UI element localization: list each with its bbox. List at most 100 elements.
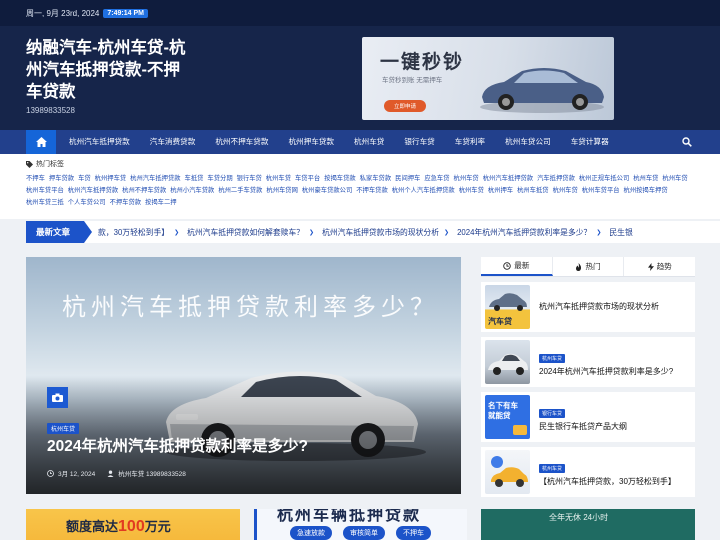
tag-link[interactable]: 押车贷款 [49, 175, 74, 182]
site-title[interactable]: 纳融汽车-杭州车贷-杭州汽车抵押贷款-不押车贷款 [26, 37, 196, 103]
tag-link[interactable]: 杭州车贷网 [266, 187, 297, 194]
tag-link[interactable]: 个人车贷公司 [68, 199, 106, 206]
loan-amount-ad[interactable]: 额度高达100万元 [26, 509, 240, 540]
sidebar-post[interactable]: 名下有车 就能贷 银行车贷 民生银行车抵贷产品大纲 [481, 392, 695, 442]
ticker-item[interactable]: 杭州汽车抵押贷款市场的现状分析 ❯ [322, 227, 449, 238]
sidebar-post-category[interactable]: 银行车贷 [539, 409, 566, 418]
tag-link[interactable]: 杭州车贷 [454, 175, 479, 182]
tag-link[interactable]: 按揭车贷款 [324, 175, 355, 182]
ticker-item-text[interactable]: 杭州汽车抵押贷款如何解套赎车？ [187, 227, 304, 238]
tag-link[interactable]: 按揭车二押 [145, 199, 176, 206]
search-icon[interactable] [682, 137, 692, 147]
post-thumbnail[interactable] [485, 450, 530, 494]
post-thumbnail[interactable]: 名下有车 就能贷 [485, 395, 530, 439]
tag-link[interactable]: 杭州押车 [488, 187, 513, 194]
tag-link[interactable]: 应急车贷 [424, 175, 449, 182]
chevron-right-icon: ❯ [309, 229, 315, 236]
ticker-item-text[interactable]: 2024年杭州汽车抵押贷款利率是多少？ [457, 227, 591, 238]
sidebar-post[interactable]: 汽车贷 杭州汽车抵押贷款市场的现状分析 [481, 282, 695, 332]
bottom-ads-row: 额度高达100万元 杭州车辆抵押贷款 急速放款 审核简单 不押车 全年无休 24… [0, 509, 720, 540]
tab-popular[interactable]: 热门 [553, 257, 625, 276]
nav-item-pledge-loan[interactable]: 杭州押车贷款 [278, 130, 344, 154]
tag-link[interactable]: 银行车贷 [237, 175, 262, 182]
nav-item-consumer-loan[interactable]: 汽车消费贷款 [140, 130, 206, 154]
ticker-item[interactable]: 民生银 [609, 227, 632, 238]
home-button[interactable] [26, 130, 56, 154]
sidebar-post-title[interactable]: 【杭州汽车抵押贷款，30万轻松到手】 [539, 477, 676, 487]
car-image [480, 68, 604, 113]
nav-item-loan-company[interactable]: 杭州车贷公司 [495, 130, 561, 154]
tag-link[interactable]: 车贷平台 [295, 175, 320, 182]
ad-feature-pill: 不押车 [396, 526, 431, 540]
tag-link[interactable]: 杭州车贷 [553, 187, 578, 194]
featured-category-badge[interactable]: 杭州车贷 [47, 423, 80, 434]
featured-post-title[interactable]: 2024年杭州汽车抵押贷款利率是多少? [47, 434, 308, 456]
nav-item-hangzhou-car-loan[interactable]: 杭州车贷 [344, 130, 394, 154]
post-thumbnail[interactable] [485, 340, 530, 384]
sidebar-post[interactable]: 杭州车贷 【杭州汽车抵押贷款，30万轻松到手】 [481, 447, 695, 497]
sidebar-post-title[interactable]: 民生银行车抵贷产品大纲 [539, 422, 627, 432]
site-brand[interactable]: 纳融汽车-杭州车贷-杭州汽车抵押贷款-不押车贷款 13989833528 [26, 37, 196, 115]
ticker-item-text[interactable]: 民生银 [609, 227, 632, 238]
nav-item-no-pledge-loan[interactable]: 杭州不押车贷款 [205, 130, 278, 154]
tag-link[interactable]: 杭州车贷三抵 [26, 199, 64, 206]
ticker-item[interactable]: 杭州汽车抵押贷款如何解套赎车？ ❯ [187, 227, 314, 238]
tag-link[interactable]: 汽车抵押贷款 [537, 175, 575, 182]
tag-link[interactable]: 民间押车 [395, 175, 420, 182]
nav-item-car-mortgage-loan[interactable]: 杭州汽车抵押贷款 [56, 130, 140, 154]
tag-link[interactable]: 杭州车贷 [633, 175, 658, 182]
sidebar-post[interactable]: 杭州车贷 2024年杭州汽车抵押贷款利率是多少? [481, 337, 695, 387]
ticker-item[interactable]: 2024年杭州汽车抵押贷款利率是多少？ ❯ [457, 227, 601, 238]
tag-icon [26, 160, 33, 168]
featured-post-author[interactable]: 杭州车贷 13989833528 [118, 468, 186, 478]
ad-unit: 万元 [144, 519, 171, 534]
tab-latest[interactable]: 最新 [481, 257, 553, 276]
sidebar-post-title[interactable]: 杭州汽车抵押贷款市场的现状分析 [539, 302, 659, 312]
tag-link[interactable]: 不押车 [26, 175, 45, 182]
tag-link[interactable]: 杭州汽车抵押贷款 [130, 175, 180, 182]
tag-link[interactable]: 车抵贷 [185, 175, 204, 182]
nav-item-loan-calculator[interactable]: 车贷计算器 [561, 130, 619, 154]
nav-item-bank-car-loan[interactable]: 银行车贷 [394, 130, 444, 154]
post-thumbnail[interactable]: 汽车贷 [485, 285, 530, 329]
tag-link[interactable]: 杭州车贷平台 [582, 187, 620, 194]
sidebar-tabs: 最新 热门 趋势 [481, 257, 695, 277]
header-banner-ad[interactable]: 一键秒钞 车贷秒到账 无需押车 立即申请 [362, 37, 614, 120]
tag-link[interactable]: 杭州车贷 [459, 187, 484, 194]
tag-link[interactable]: 杭州不押车贷款 [122, 187, 166, 194]
banner-subtitle: 车贷秒到账 无需押车 [382, 77, 443, 84]
car-mortgage-ad[interactable]: 杭州车辆抵押贷款 急速放款 审核简单 不押车 [254, 509, 467, 540]
sidebar-post-category[interactable]: 杭州车贷 [539, 354, 566, 363]
tag-link[interactable]: 杭州车贷平台 [26, 187, 64, 194]
sidebar-post-category[interactable]: 杭州车贷 [539, 464, 566, 473]
tag-link[interactable]: 车贷分期 [207, 175, 232, 182]
tag-link[interactable]: 杭州汽车抵押贷款 [483, 175, 533, 182]
tag-link[interactable]: 私家车贷款 [360, 175, 391, 182]
tag-link[interactable]: 杭州车贷 [266, 175, 291, 182]
featured-post[interactable]: 杭州汽车抵押贷款利率多少？ 杭州车贷 2024年杭州汽车抵押贷款利率是多少? 3… [26, 257, 461, 494]
tag-link[interactable]: 杭州按揭车押贷 [624, 187, 668, 194]
ticker-item[interactable]: 款，30万轻松到手】 ❯ [98, 227, 179, 238]
tag-link[interactable]: 杭州汽车抵押贷款 [68, 187, 118, 194]
tag-link[interactable]: 不押车贷款 [110, 199, 141, 206]
banner-apply-button[interactable]: 立即申请 [384, 100, 427, 112]
tag-link[interactable]: 杭州正规车抵公司 [579, 175, 629, 182]
tag-link[interactable]: 杭州个人汽车抵押贷款 [392, 187, 455, 194]
tag-link[interactable]: 杭州小汽车贷款 [170, 187, 214, 194]
tag-link[interactable]: 不押车贷款 [356, 187, 387, 194]
tag-link[interactable]: 杭州二手车贷款 [218, 187, 262, 194]
ticker-item-text[interactable]: 杭州汽车抵押贷款市场的现状分析 [322, 227, 439, 238]
sidebar-post-title[interactable]: 2024年杭州汽车抵押贷款利率是多少? [539, 367, 673, 377]
chevron-right-icon: ❯ [444, 229, 450, 236]
ticker-item-text[interactable]: 款，30万轻松到手】 [98, 227, 169, 238]
tab-trending[interactable]: 趋势 [624, 257, 695, 276]
ad-feature-pill: 急速放款 [290, 526, 332, 540]
nav-item-interest-rate[interactable]: 车贷利率 [445, 130, 495, 154]
tag-link[interactable]: 杭州押车贷 [95, 175, 126, 182]
tag-link[interactable]: 车贷 [78, 175, 91, 182]
tag-link[interactable]: 杭州车抵贷 [517, 187, 548, 194]
tag-link[interactable]: 杭州豪车贷款公司 [302, 187, 352, 194]
tag-link[interactable]: 杭州车贷 [662, 175, 687, 182]
service-hours-ad[interactable]: 全年无休 24小时 [481, 509, 695, 540]
loan-amount-ad-text: 额度高达100万元 [66, 516, 171, 536]
